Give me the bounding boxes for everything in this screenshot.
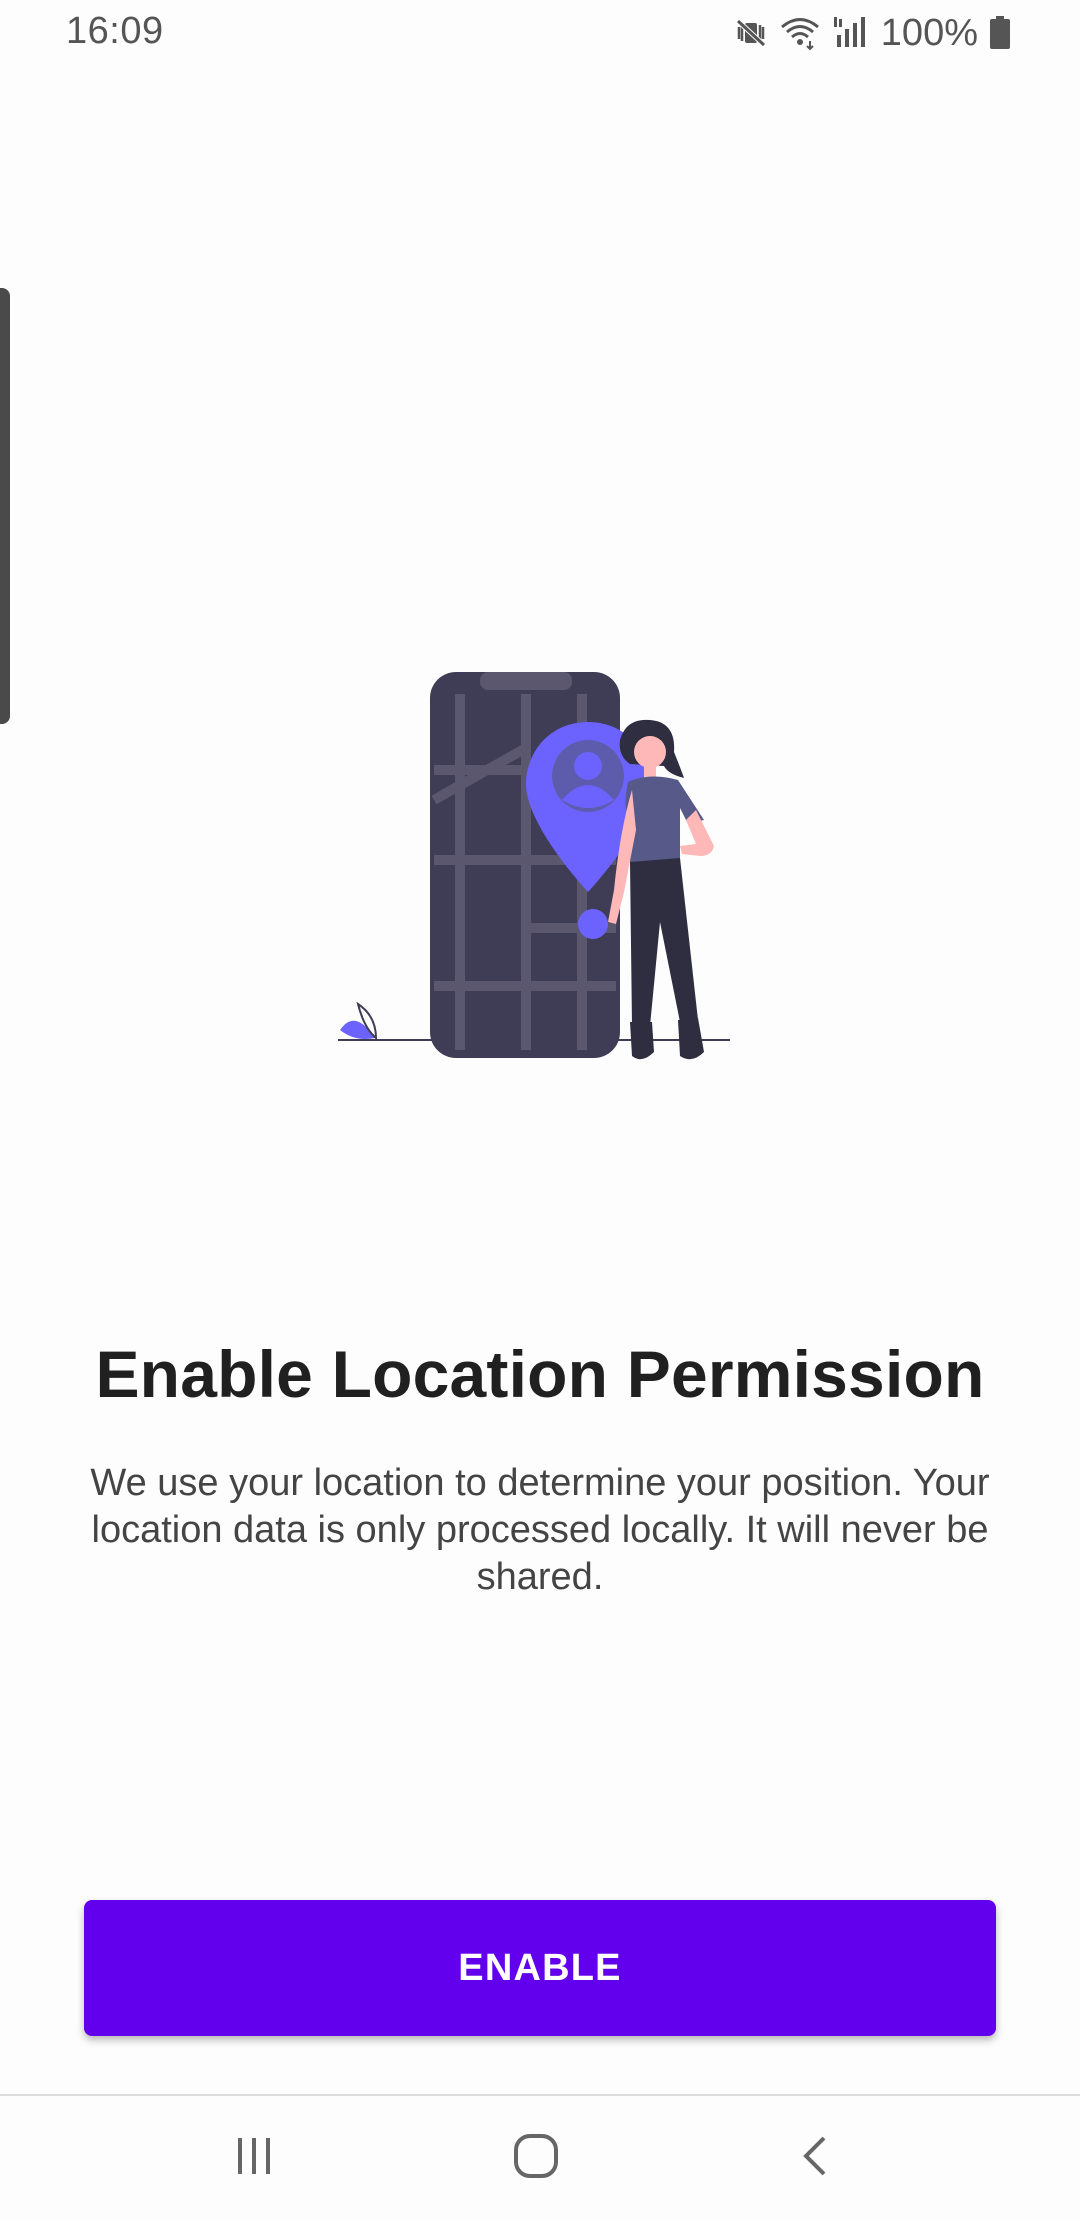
status-icons: 100% (733, 8, 1012, 58)
battery-icon (988, 15, 1012, 51)
back-icon (794, 2134, 838, 2183)
home-icon (512, 2132, 560, 2185)
page-title: Enable Location Permission (95, 1337, 985, 1411)
enable-button[interactable]: ENABLE (84, 1900, 996, 2036)
navigation-bar (0, 2096, 1080, 2220)
recent-apps-icon (232, 2134, 276, 2183)
enable-button-label: ENABLE (458, 1946, 622, 1989)
permission-description: We use your location to determine your p… (90, 1462, 990, 1598)
location-illustration (330, 660, 750, 1100)
signal-icon (831, 15, 867, 51)
status-time: 16:09 (66, 10, 164, 52)
wifi-icon (779, 15, 821, 51)
battery-percentage: 100% (880, 11, 978, 54)
home-button[interactable] (496, 2126, 576, 2190)
status-bar: 16:09 100% (0, 0, 1080, 66)
recent-apps-button[interactable] (214, 2126, 294, 2190)
mute-vibrate-icon (733, 15, 769, 51)
edge-panel-handle[interactable] (0, 288, 10, 724)
back-button[interactable] (776, 2126, 856, 2190)
